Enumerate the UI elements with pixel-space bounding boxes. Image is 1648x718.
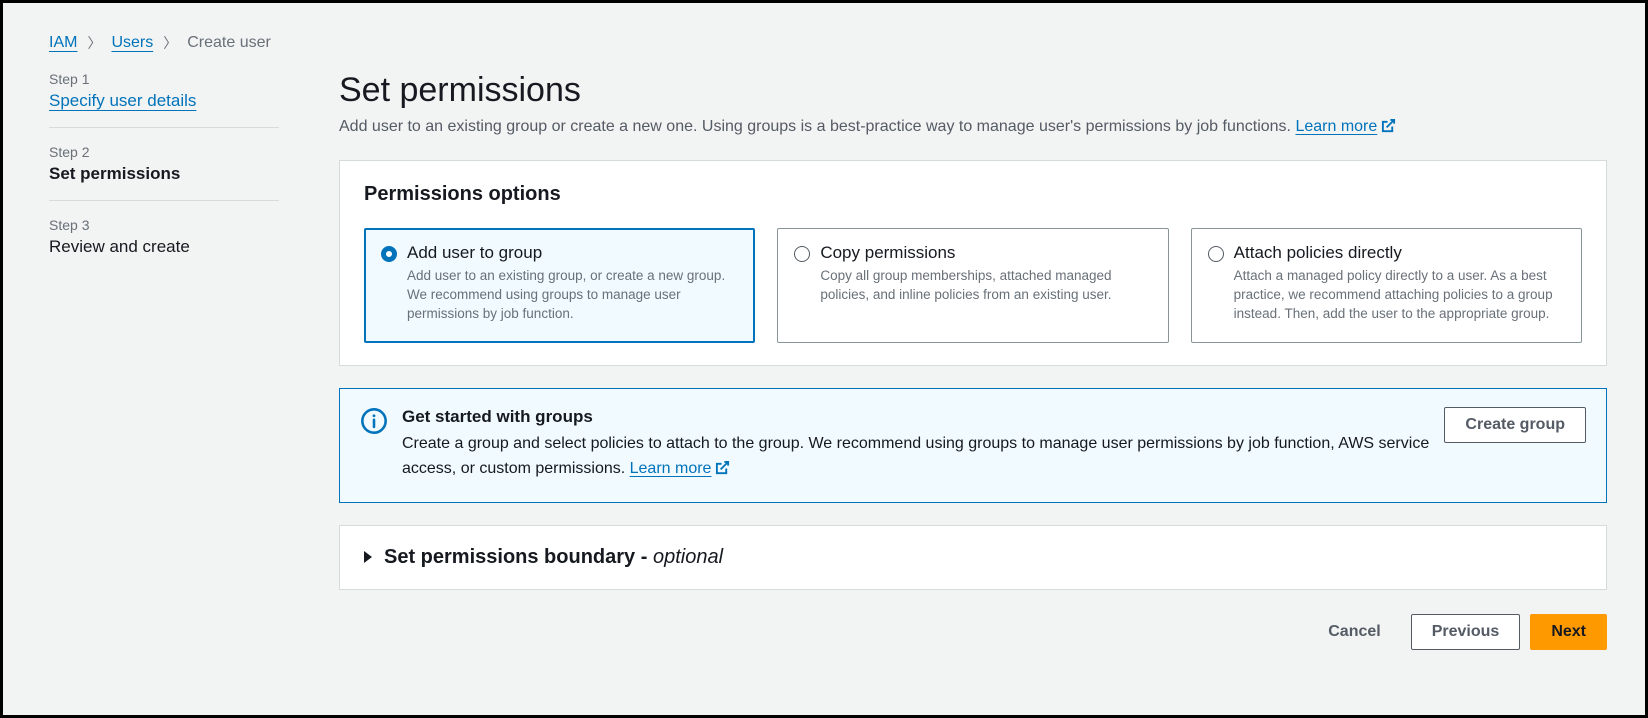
option-description: Copy all group memberships, attached man… [820,267,1151,305]
step-title[interactable]: Specify user details [49,91,279,111]
cancel-button[interactable]: Cancel [1308,615,1400,649]
chevron-right-icon: 〉 [87,33,101,53]
option-attach-policies[interactable]: Attach policies directly Attach a manage… [1191,228,1582,343]
radio-icon[interactable] [794,246,810,262]
option-title: Copy permissions [820,243,1151,263]
expander-toggle[interactable]: Set permissions boundary - optional [364,546,1582,569]
radio-icon[interactable] [1208,246,1224,262]
option-description: Attach a managed policy directly to a us… [1234,267,1565,324]
next-button[interactable]: Next [1530,614,1607,650]
permissions-options-panel: Permissions options Add user to group Ad… [339,160,1607,366]
panel-heading: Permissions options [364,183,1582,206]
external-link-icon [1381,118,1396,138]
learn-more-link[interactable]: Learn more [630,460,731,477]
breadcrumb: IAM 〉 Users 〉 Create user [49,33,1607,53]
permissions-options-row: Add user to group Add user to an existin… [364,228,1582,343]
permissions-boundary-expander: Set permissions boundary - optional [339,525,1607,590]
wizard-step-2: Step 2 Set permissions [49,144,279,201]
expander-title: Set permissions boundary - optional [384,546,723,569]
info-text: Create a group and select policies to at… [402,431,1430,484]
main-content: Set permissions Add user to an existing … [339,71,1607,650]
chevron-right-icon: 〉 [163,33,177,53]
learn-more-link[interactable]: Learn more [1295,118,1396,135]
option-description: Add user to an existing group, or create… [407,267,738,324]
create-group-button[interactable]: Create group [1444,407,1586,443]
caret-right-icon [364,551,372,563]
option-add-to-group[interactable]: Add user to group Add user to an existin… [364,228,755,343]
previous-button[interactable]: Previous [1411,614,1521,650]
wizard-step-1[interactable]: Step 1 Specify user details [49,71,279,128]
page-description: Add user to an existing group or create … [339,118,1607,138]
step-label: Step 1 [49,71,279,87]
option-title: Add user to group [407,243,738,263]
breadcrumb-current: Create user [187,34,271,52]
info-icon [360,407,388,435]
page-title: Set permissions [339,71,1607,110]
option-title: Attach policies directly [1234,243,1565,263]
wizard-footer: Cancel Previous Next [339,614,1607,650]
info-title: Get started with groups [402,407,1430,427]
step-title: Review and create [49,237,279,257]
info-banner-groups: Get started with groups Create a group a… [339,388,1607,503]
option-copy-permissions[interactable]: Copy permissions Copy all group membersh… [777,228,1168,343]
breadcrumb-iam[interactable]: IAM [49,34,77,52]
wizard-steps: Step 1 Specify user details Step 2 Set p… [49,71,279,289]
radio-icon[interactable] [381,246,397,262]
wizard-step-3: Step 3 Review and create [49,217,279,273]
breadcrumb-users[interactable]: Users [111,34,153,52]
step-label: Step 3 [49,217,279,233]
step-title: Set permissions [49,164,279,184]
external-link-icon [715,458,730,484]
step-label: Step 2 [49,144,279,160]
